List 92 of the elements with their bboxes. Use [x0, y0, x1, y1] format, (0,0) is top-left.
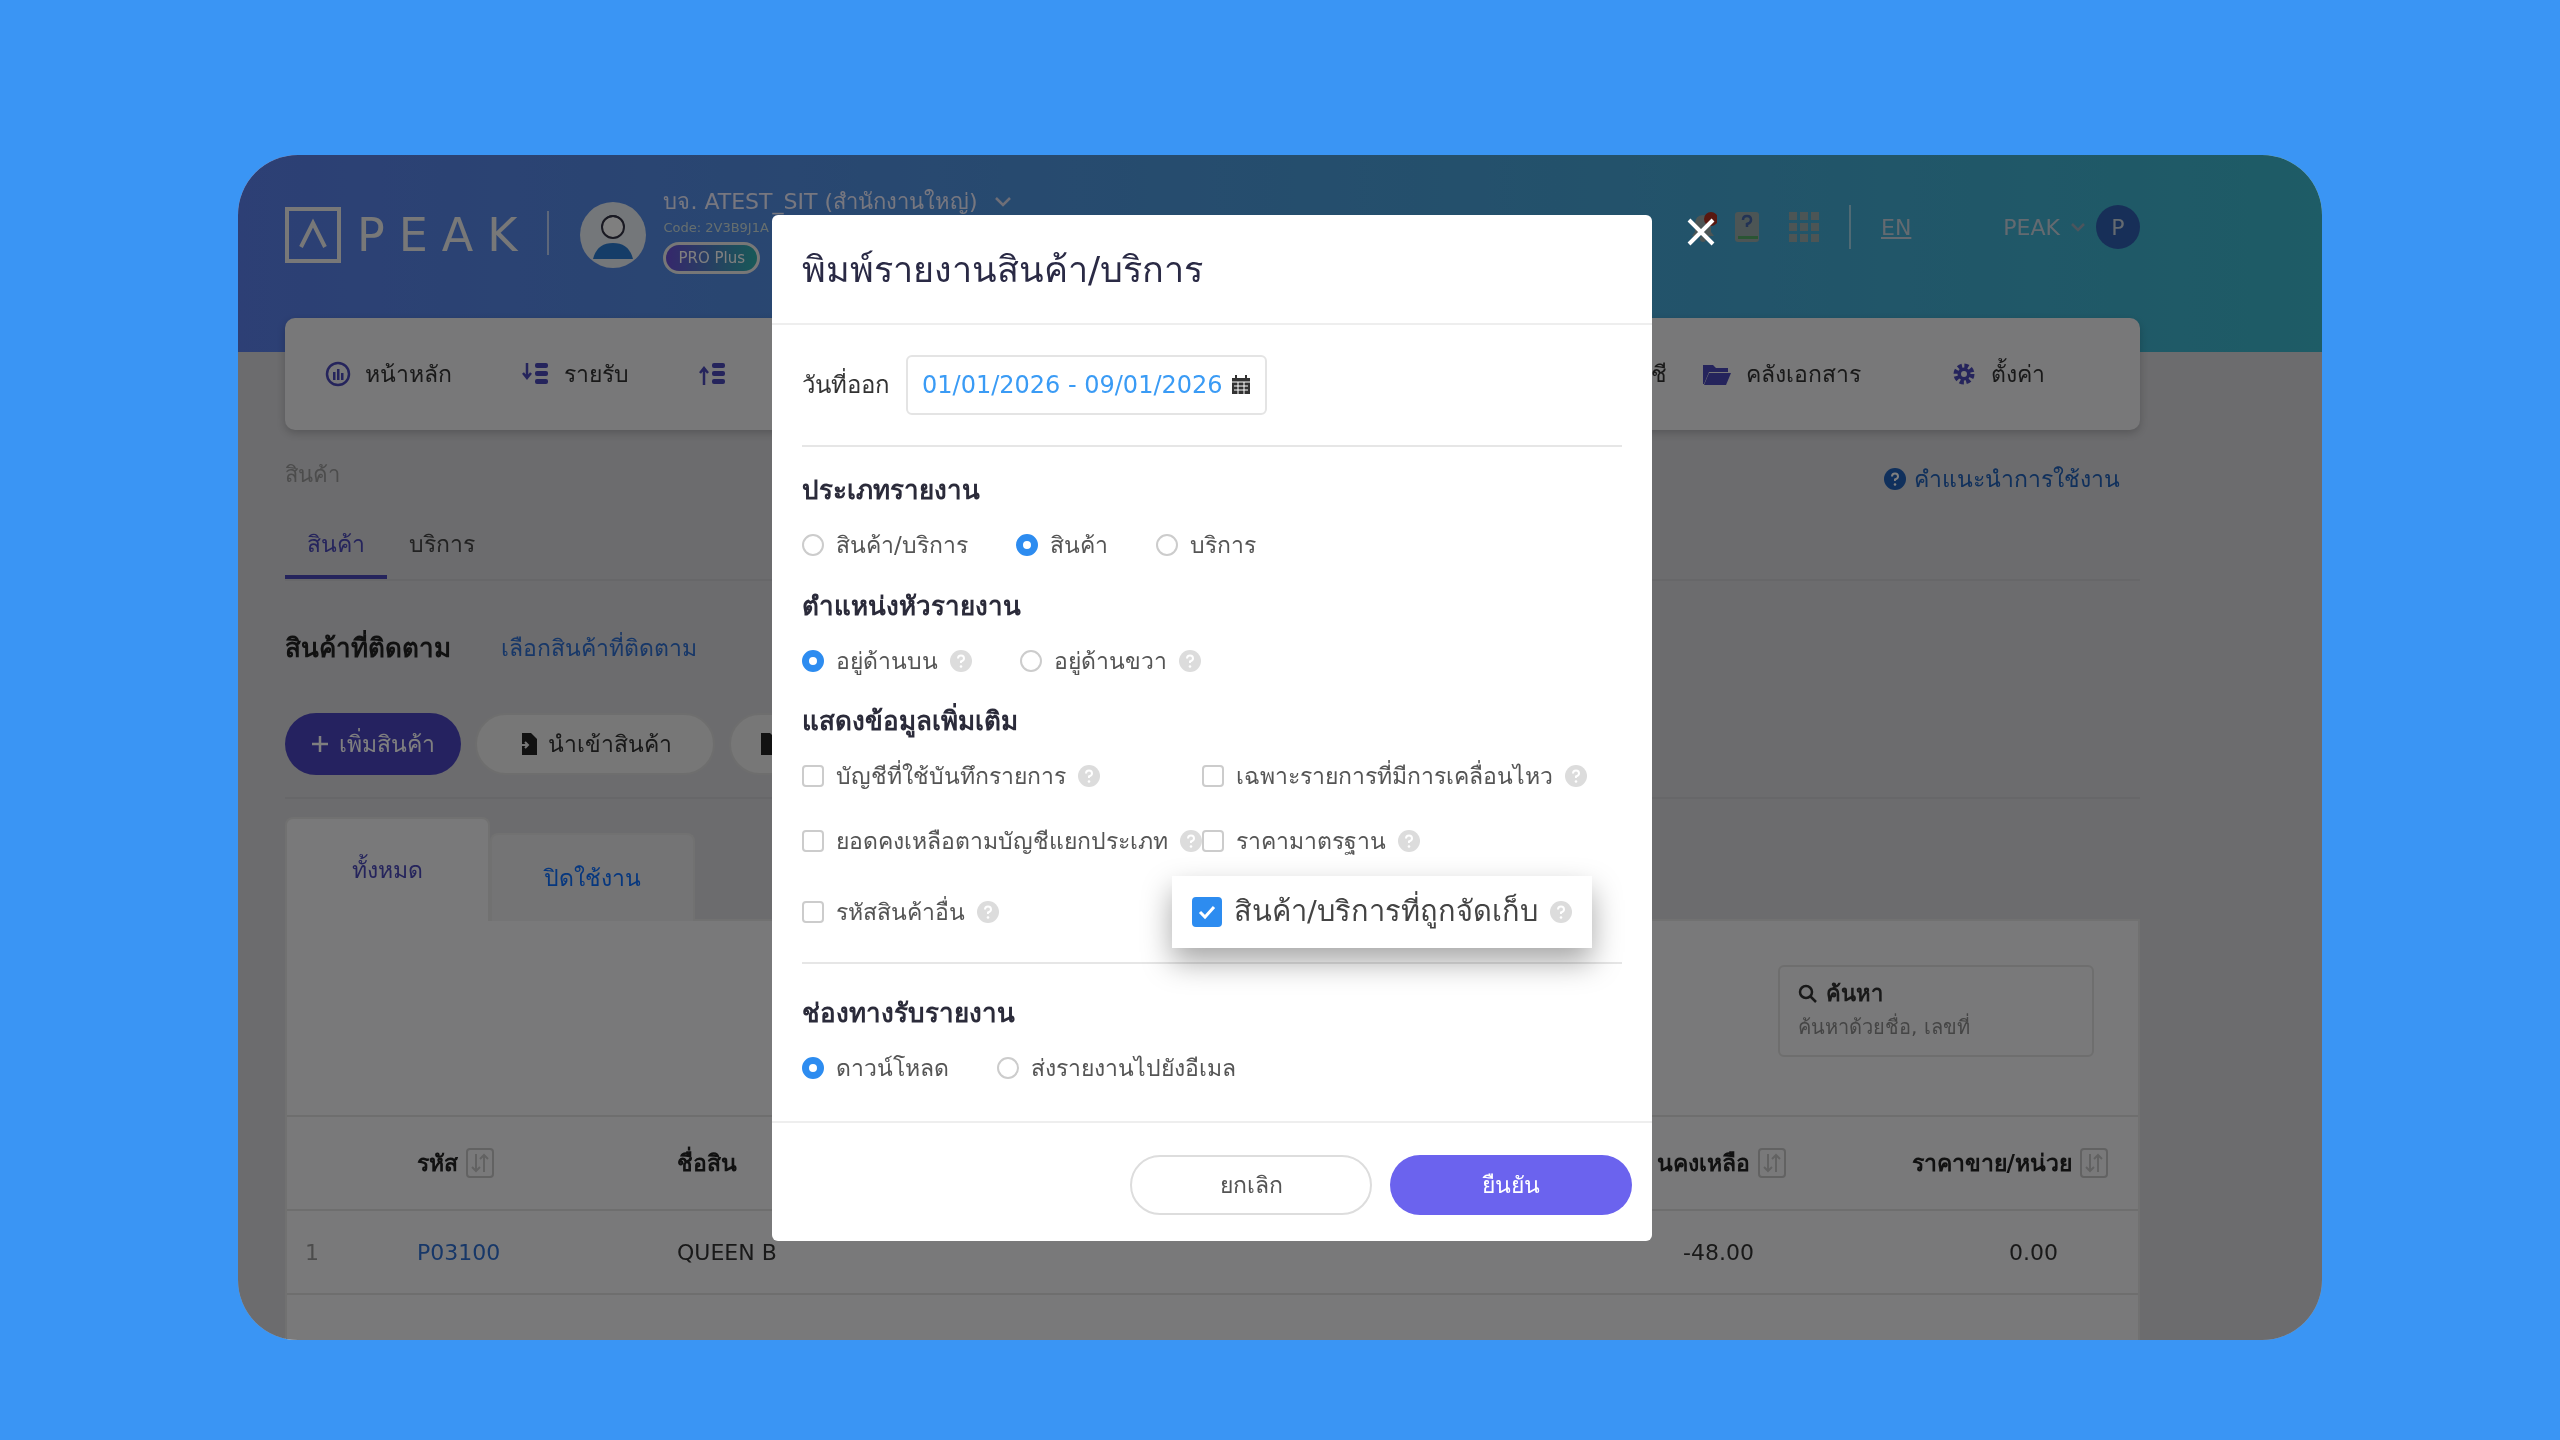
option-label: ดาวน์โหลด — [836, 1053, 949, 1083]
radio-button[interactable] — [802, 1056, 824, 1079]
help-icon[interactable] — [1398, 829, 1420, 852]
modal-title: พิมพ์รายงานสินค้า/บริการ — [772, 215, 1652, 325]
cancel-button[interactable]: ยกเลิก — [1130, 1155, 1372, 1215]
checkbox[interactable] — [1202, 829, 1224, 852]
close-icon — [1686, 217, 1716, 247]
option-label: ส่งรายงานไปยังอีเมล — [1031, 1053, 1236, 1083]
column-header: ราคาขาย/หน่วย — [1911, 1148, 2072, 1178]
help-link[interactable]: คำแนะนำการใช้งาน — [1884, 462, 2120, 497]
table-cell: -48.00 — [1683, 1239, 1754, 1265]
option-label: บัญชีที่ใช้บันทึกรายการ — [836, 759, 1066, 794]
sort-icon[interactable] — [2080, 1148, 2108, 1178]
search-label: ค้นหา — [1826, 980, 1883, 1008]
section-title: ช่องทางรับรายงาน — [802, 996, 1016, 1030]
option-label: อยู่ด้านบน — [836, 646, 938, 677]
checkbox[interactable] — [802, 900, 824, 923]
help-icon[interactable] — [1078, 765, 1100, 788]
radio-button[interactable] — [1155, 534, 1178, 557]
radio-button[interactable] — [802, 649, 824, 672]
import-button[interactable]: นำเข้าสินค้า — [475, 713, 715, 775]
help-icon[interactable] — [1180, 829, 1202, 852]
option-label: เฉพาะรายการที่มีการเคลื่อนไหว — [1236, 759, 1553, 794]
sort-icon[interactable] — [466, 1148, 494, 1178]
company-name: บจ. ATEST_SIT (สำนักงานใหญ่) — [663, 188, 978, 217]
option-label: บริการ — [1189, 531, 1256, 560]
column-header: รหัส — [417, 1148, 458, 1178]
logo-icon — [285, 207, 341, 263]
sort-icon[interactable] — [1758, 1148, 1786, 1178]
nav-item[interactable]: หน้าหลัก — [325, 356, 452, 392]
bell-icon — [1689, 212, 1717, 242]
column-header: นคงเหลือ — [1657, 1148, 1750, 1178]
help-icon[interactable] — [1179, 649, 1201, 672]
logo: PEAK — [357, 212, 532, 258]
nav-item[interactable]: ชี — [1651, 356, 1667, 392]
nav-item[interactable]: ตั้งค่า — [1951, 356, 2045, 392]
close-button[interactable] — [1686, 217, 1716, 247]
coins-icon — [522, 361, 550, 387]
plus-icon — [311, 735, 329, 753]
section-title: ประเภทรายงาน — [802, 474, 981, 507]
product-code-link[interactable]: P03100 — [417, 1239, 501, 1265]
settings-icon — [1951, 361, 1977, 387]
checkbox[interactable] — [1202, 765, 1224, 788]
section-title: แสดงข้อมูลเพิ่มเติม — [802, 702, 1622, 741]
calendar-icon — [1230, 375, 1251, 395]
add-button[interactable]: เพิ่มสินค้า — [285, 713, 461, 775]
option-label: ยอดคงเหลือตามบัญชีแยกประเภท — [836, 826, 1168, 856]
checkbox[interactable] — [1192, 896, 1222, 927]
confirm-button[interactable]: ยืนยัน — [1390, 1155, 1632, 1215]
option-label: สินค้า/บริการ — [836, 531, 968, 560]
tab[interactable]: ทั้งหมด — [285, 817, 490, 921]
section-title: ตำแหน่งหัวรายงาน — [802, 589, 1022, 623]
user-avatar[interactable]: P — [2096, 205, 2140, 249]
radio-button[interactable] — [1015, 534, 1038, 557]
radio-button[interactable] — [997, 1056, 1019, 1079]
tab[interactable]: บริการ — [387, 526, 497, 579]
date-range-field[interactable]: 01/01/2026 - 09/01/2026 — [906, 355, 1267, 415]
option-label: สินค้า — [1049, 531, 1108, 560]
checkbox[interactable] — [802, 829, 824, 852]
folder-icon — [1702, 362, 1732, 386]
coins-icon — [699, 361, 727, 387]
help-icon[interactable] — [950, 649, 972, 672]
section-title: สินค้าที่ติดตาม — [285, 629, 451, 668]
help-icon[interactable] — [977, 900, 999, 923]
option-label: รหัสสินค้าอื่น — [836, 895, 965, 927]
radio-button[interactable] — [802, 534, 824, 557]
tracked-link[interactable]: เลือกสินค้าที่ติดตาม — [501, 631, 697, 666]
option-label: สินค้า/บริการที่ถูกจัดเก็บ — [1234, 890, 1538, 934]
gauge-icon — [325, 361, 351, 387]
apps-grid-icon[interactable] — [1789, 212, 1819, 242]
option-label: อยู่ด้านขวา — [1054, 646, 1167, 677]
checkbox[interactable] — [802, 765, 824, 788]
help-icon[interactable] — [1565, 765, 1587, 788]
column-header: ชื่อสิน — [677, 1145, 737, 1181]
avatar-icon — [579, 201, 648, 269]
tab[interactable]: ปิดใช้งาน — [490, 833, 695, 921]
date-label: วันที่ออก — [802, 367, 890, 403]
help-icon — [1884, 468, 1906, 491]
date-range-value: 01/01/2026 - 09/01/2026 — [922, 370, 1223, 401]
option-label: ราคามาตรฐาน — [1236, 826, 1386, 857]
help-icon[interactable] — [1549, 900, 1572, 923]
book-icon[interactable] — [1733, 211, 1761, 243]
plan-badge: PRO Plus — [663, 241, 760, 274]
radio-button[interactable] — [1020, 649, 1042, 672]
tab[interactable]: สินค้า — [285, 526, 387, 579]
company-code: Code: 2V3B9J1A — [663, 219, 770, 237]
search-icon — [1798, 983, 1818, 1004]
table-cell: QUEEN B — [677, 1239, 777, 1265]
table-cell: 0.00 — [2009, 1239, 2058, 1265]
chevron-down-icon[interactable] — [2070, 222, 2086, 232]
nav-item[interactable]: รายรับ — [522, 356, 629, 392]
nav-item[interactable]: คลังเอกสาร — [1702, 356, 1861, 392]
